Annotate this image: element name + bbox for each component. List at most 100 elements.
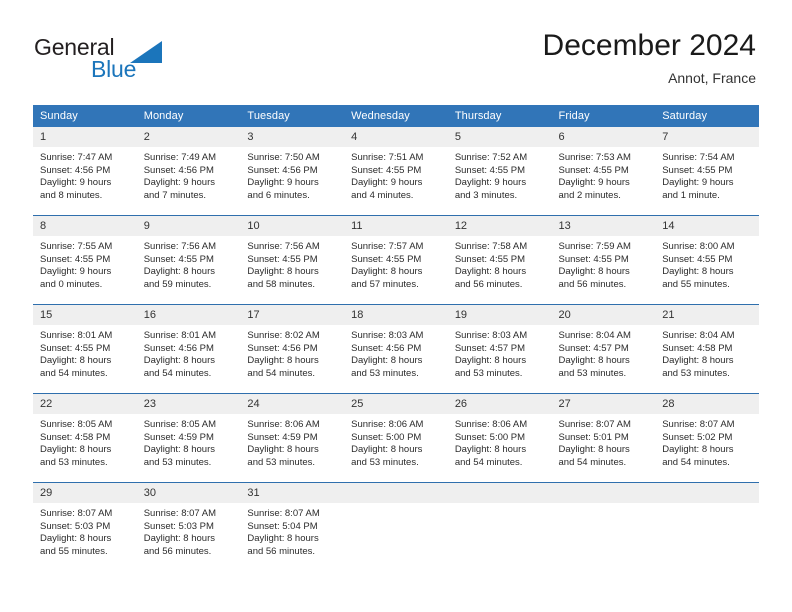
- day-cell[interactable]: 13 Sunrise: 7:59 AM Sunset: 4:55 PM Dayl…: [551, 215, 656, 305]
- day-cell[interactable]: 9 Sunrise: 7:56 AM Sunset: 4:55 PM Dayli…: [136, 215, 241, 305]
- day-number: 19: [447, 305, 552, 325]
- day-details: Sunrise: 7:58 AM Sunset: 4:55 PM Dayligh…: [448, 236, 552, 291]
- day-cell[interactable]: 14 Sunrise: 8:00 AM Sunset: 4:55 PM Dayl…: [655, 215, 759, 305]
- sunrise-text: Sunrise: 7:50 AM: [247, 152, 320, 163]
- day-details: Sunrise: 8:01 AM Sunset: 4:55 PM Dayligh…: [33, 325, 137, 380]
- day-details: Sunrise: 8:07 AM Sunset: 5:04 PM Dayligh…: [240, 503, 344, 558]
- sunset-text: Sunset: 5:03 PM: [40, 520, 111, 532]
- day-cell[interactable]: 1 Sunrise: 7:47 AM Sunset: 4:56 PM Dayli…: [33, 127, 137, 216]
- day-cell[interactable]: 3 Sunrise: 7:50 AM Sunset: 4:56 PM Dayli…: [240, 127, 345, 216]
- day-cell[interactable]: 30 Sunrise: 8:07 AM Sunset: 5:03 PM Dayl…: [136, 482, 241, 571]
- day-cell-empty: [344, 482, 448, 571]
- sunrise-text: Sunrise: 7:49 AM: [143, 152, 217, 163]
- day-cell[interactable]: 27 Sunrise: 8:07 AM Sunset: 5:01 PM Dayl…: [551, 393, 656, 483]
- day-details: Sunrise: 7:59 AM Sunset: 4:55 PM Dayligh…: [552, 236, 656, 291]
- calendar-table: Sunday Monday Tuesday Wednesday Thursday…: [33, 105, 759, 571]
- daylight-text-line1: Daylight: 9 hours: [558, 177, 630, 189]
- daylight-text-line2: and 4 minutes.: [351, 189, 414, 201]
- daylight-text-line2: and 58 minutes.: [247, 278, 316, 290]
- day-cell[interactable]: 24 Sunrise: 8:06 AM Sunset: 4:59 PM Dayl…: [240, 393, 345, 483]
- sunrise-text: Sunrise: 8:01 AM: [143, 330, 217, 341]
- day-cell[interactable]: 23 Sunrise: 8:05 AM Sunset: 4:59 PM Dayl…: [136, 393, 241, 483]
- weekday-header-sunday: Sunday: [33, 105, 137, 127]
- sunrise-text: Sunrise: 8:07 AM: [143, 508, 217, 519]
- daylight-text-line1: Daylight: 8 hours: [454, 355, 527, 367]
- day-number: 8: [33, 216, 137, 236]
- daylight-text-line1: Daylight: 8 hours: [143, 266, 215, 278]
- daylight-text-line2: and 53 minutes.: [662, 367, 730, 379]
- sunset-text: Sunset: 4:58 PM: [40, 431, 111, 443]
- daylight-text-line2: and 54 minutes.: [454, 456, 523, 468]
- sunset-text: Sunset: 4:55 PM: [558, 253, 629, 265]
- sunrise-text: Sunrise: 8:05 AM: [143, 419, 217, 430]
- day-cell[interactable]: 28 Sunrise: 8:07 AM Sunset: 5:02 PM Dayl…: [655, 393, 759, 483]
- day-details: Sunrise: 8:06 AM Sunset: 5:00 PM Dayligh…: [448, 414, 552, 469]
- day-details: Sunrise: 7:56 AM Sunset: 4:55 PM Dayligh…: [137, 236, 241, 291]
- day-cell[interactable]: 26 Sunrise: 8:06 AM Sunset: 5:00 PM Dayl…: [447, 393, 552, 483]
- calendar-week-row: 15 Sunrise: 8:01 AM Sunset: 4:55 PM Dayl…: [33, 304, 759, 394]
- day-cell[interactable]: 25 Sunrise: 8:06 AM Sunset: 5:00 PM Dayl…: [344, 393, 448, 483]
- daylight-text-line2: and 54 minutes.: [662, 456, 730, 468]
- day-cell[interactable]: 22 Sunrise: 8:05 AM Sunset: 4:58 PM Dayl…: [33, 393, 137, 483]
- daylight-text-line1: Daylight: 8 hours: [143, 444, 215, 456]
- daylight-text-line2: and 54 minutes.: [143, 367, 212, 379]
- day-cell[interactable]: 11 Sunrise: 7:57 AM Sunset: 4:55 PM Dayl…: [344, 215, 448, 305]
- daylight-text-line1: Daylight: 8 hours: [247, 533, 319, 545]
- brand-logo[interactable]: General Blue: [34, 34, 234, 90]
- day-details: Sunrise: 7:47 AM Sunset: 4:56 PM Dayligh…: [33, 147, 137, 202]
- day-cell[interactable]: 15 Sunrise: 8:01 AM Sunset: 4:55 PM Dayl…: [33, 304, 137, 394]
- day-number: 21: [655, 305, 759, 325]
- sunrise-text: Sunrise: 8:07 AM: [40, 508, 113, 519]
- daylight-text-line1: Daylight: 9 hours: [351, 177, 423, 189]
- day-cell[interactable]: 29 Sunrise: 8:07 AM Sunset: 5:03 PM Dayl…: [33, 482, 137, 571]
- brand-name-blue: Blue: [91, 56, 137, 82]
- sunset-text: Sunset: 4:55 PM: [662, 164, 733, 176]
- daylight-text-line2: and 54 minutes.: [40, 367, 108, 379]
- day-cell[interactable]: 7 Sunrise: 7:54 AM Sunset: 4:55 PM Dayli…: [655, 127, 759, 216]
- sunset-text: Sunset: 4:55 PM: [247, 253, 318, 265]
- day-cell[interactable]: 16 Sunrise: 8:01 AM Sunset: 4:56 PM Dayl…: [136, 304, 241, 394]
- day-details: Sunrise: 8:01 AM Sunset: 4:56 PM Dayligh…: [137, 325, 241, 380]
- daylight-text-line1: Daylight: 9 hours: [454, 177, 527, 189]
- day-number: 16: [136, 305, 241, 325]
- page-header: General Blue December 2024 Annot, France: [0, 0, 792, 104]
- sunset-text: Sunset: 4:57 PM: [558, 342, 629, 354]
- day-details: Sunrise: 8:03 AM Sunset: 4:56 PM Dayligh…: [344, 325, 448, 380]
- day-cell[interactable]: 21 Sunrise: 8:04 AM Sunset: 4:58 PM Dayl…: [655, 304, 759, 394]
- day-details: Sunrise: 7:49 AM Sunset: 4:56 PM Dayligh…: [137, 147, 241, 202]
- sunset-text: Sunset: 4:59 PM: [247, 431, 318, 443]
- daylight-text-line1: Daylight: 8 hours: [247, 266, 319, 278]
- sunrise-text: Sunrise: 7:53 AM: [558, 152, 631, 163]
- day-cell[interactable]: 4 Sunrise: 7:51 AM Sunset: 4:55 PM Dayli…: [344, 127, 448, 216]
- day-cell[interactable]: 19 Sunrise: 8:03 AM Sunset: 4:57 PM Dayl…: [447, 304, 552, 394]
- day-details: Sunrise: 7:52 AM Sunset: 4:55 PM Dayligh…: [448, 147, 552, 202]
- day-cell[interactable]: 6 Sunrise: 7:53 AM Sunset: 4:55 PM Dayli…: [551, 127, 656, 216]
- day-cell[interactable]: 20 Sunrise: 8:04 AM Sunset: 4:57 PM Dayl…: [551, 304, 656, 394]
- day-details: Sunrise: 7:56 AM Sunset: 4:55 PM Dayligh…: [240, 236, 344, 291]
- sunset-text: Sunset: 4:55 PM: [40, 253, 111, 265]
- sunrise-text: Sunrise: 7:51 AM: [351, 152, 424, 163]
- day-details: Sunrise: 8:04 AM Sunset: 4:57 PM Dayligh…: [552, 325, 656, 380]
- day-cell[interactable]: 10 Sunrise: 7:56 AM Sunset: 4:55 PM Dayl…: [240, 215, 345, 305]
- sunset-text: Sunset: 4:57 PM: [454, 342, 526, 354]
- day-cell[interactable]: 8 Sunrise: 7:55 AM Sunset: 4:55 PM Dayli…: [33, 215, 137, 305]
- calendar-week-row: 8 Sunrise: 7:55 AM Sunset: 4:55 PM Dayli…: [33, 215, 759, 305]
- day-cell[interactable]: 18 Sunrise: 8:03 AM Sunset: 4:56 PM Dayl…: [344, 304, 448, 394]
- day-cell[interactable]: 12 Sunrise: 7:58 AM Sunset: 4:55 PM Dayl…: [447, 215, 552, 305]
- day-cell[interactable]: 2 Sunrise: 7:49 AM Sunset: 4:56 PM Dayli…: [136, 127, 241, 216]
- daylight-text-line1: Daylight: 8 hours: [558, 266, 630, 278]
- daylight-text-line1: Daylight: 8 hours: [143, 355, 215, 367]
- day-number: 31: [240, 483, 345, 503]
- day-number: 12: [447, 216, 552, 236]
- day-cell-empty: [655, 482, 759, 571]
- sunrise-text: Sunrise: 8:00 AM: [662, 241, 735, 252]
- day-number: 24: [240, 394, 345, 414]
- day-number: 6: [551, 127, 656, 147]
- daylight-text-line2: and 53 minutes.: [40, 456, 108, 468]
- day-cell[interactable]: 5 Sunrise: 7:52 AM Sunset: 4:55 PM Dayli…: [447, 127, 552, 216]
- day-cell[interactable]: 31 Sunrise: 8:07 AM Sunset: 5:04 PM Dayl…: [240, 482, 345, 571]
- sunrise-text: Sunrise: 8:06 AM: [247, 419, 320, 430]
- day-number: 27: [551, 394, 656, 414]
- day-cell[interactable]: 17 Sunrise: 8:02 AM Sunset: 4:56 PM Dayl…: [240, 304, 345, 394]
- day-details: Sunrise: 7:50 AM Sunset: 4:56 PM Dayligh…: [240, 147, 344, 202]
